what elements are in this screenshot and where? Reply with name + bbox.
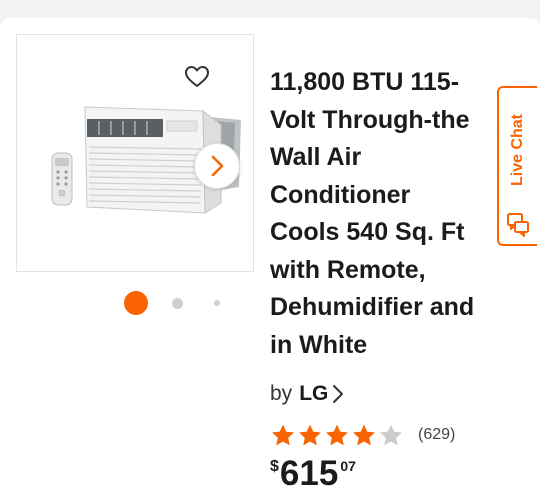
chat-bubbles-icon [507, 213, 529, 237]
product-title-line: Wall Air [270, 143, 362, 171]
star-rating [270, 423, 404, 448]
product-title: 11,800 BTU 115- Volt Through-the Wall Ai… [270, 64, 532, 364]
star-filled-icon [326, 424, 348, 445]
product-title-line: 11,800 BTU 115- [270, 68, 460, 96]
gallery-pagination [122, 291, 232, 315]
star-filled-icon [353, 424, 375, 445]
pagination-dot-active[interactable] [124, 291, 148, 315]
product-title-line: Cools 540 Sq. Ft [270, 218, 465, 246]
live-chat-button[interactable]: Live Chat [497, 86, 537, 246]
heart-outline-icon [185, 66, 209, 87]
product-title-line: in White [270, 330, 368, 359]
pagination-dot[interactable] [214, 300, 220, 306]
chevron-right-icon [333, 385, 344, 403]
rating-row[interactable]: (629) [270, 422, 455, 448]
star-filled-icon [272, 424, 294, 445]
remote-control-image [51, 152, 73, 206]
brand-link[interactable]: by LG [270, 380, 345, 408]
product-title-line: Dehumidifier and [270, 293, 475, 321]
product-title-line: Volt Through-the [270, 105, 470, 134]
live-chat-label: Live Chat [509, 113, 526, 187]
star-empty-icon [380, 424, 402, 445]
product-title-line: Conditioner [270, 180, 411, 209]
price-dollars: 615 [279, 454, 339, 493]
next-image-button[interactable] [194, 143, 240, 189]
chevron-right-icon [211, 155, 224, 177]
price-currency: $ [270, 458, 279, 475]
favorite-heart-icon[interactable] [183, 64, 211, 90]
brand-name: LG [299, 382, 329, 405]
star-filled-icon [299, 424, 321, 445]
review-count: (629) [418, 426, 456, 443]
brand-by-label: by [270, 382, 293, 405]
price-cents: 07 [340, 458, 356, 474]
pagination-dot[interactable] [172, 298, 183, 309]
price: $ 615 07 [270, 452, 356, 496]
product-title-line: with Remote, [270, 255, 426, 284]
